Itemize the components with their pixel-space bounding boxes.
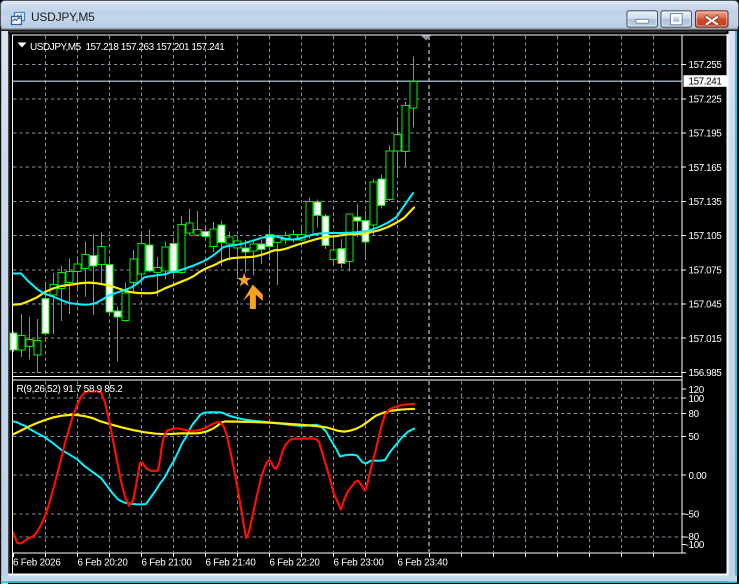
svg-text:6 Feb 21:00: 6 Feb 21:00 xyxy=(142,558,193,569)
svg-text:157.015: 157.015 xyxy=(689,334,723,345)
svg-text:157.105: 157.105 xyxy=(689,231,723,242)
svg-text:157.075: 157.075 xyxy=(689,265,723,276)
svg-text:6 Feb 22:20: 6 Feb 22:20 xyxy=(270,558,321,569)
svg-text:6 Feb 20:20: 6 Feb 20:20 xyxy=(78,558,129,569)
svg-text:157.045: 157.045 xyxy=(689,300,723,311)
svg-text:157.255: 157.255 xyxy=(689,60,723,71)
svg-text:156.985: 156.985 xyxy=(689,368,723,379)
svg-text:157.225: 157.225 xyxy=(689,94,723,105)
svg-text:0.00: 0.00 xyxy=(689,471,708,482)
svg-text:6 Feb 23:40: 6 Feb 23:40 xyxy=(398,558,449,569)
svg-text:6 Feb 2026: 6 Feb 2026 xyxy=(13,558,61,569)
svg-text:157.135: 157.135 xyxy=(689,197,723,208)
svg-text:6 Feb 21:40: 6 Feb 21:40 xyxy=(206,558,257,569)
svg-text:USDJPY,M5: USDJPY,M5 xyxy=(31,10,95,24)
svg-text:USDJPY,M5 157.218 157.263 157: USDJPY,M5 157.218 157.263 157.201 157.24… xyxy=(30,42,225,53)
svg-text:100: 100 xyxy=(689,394,705,405)
svg-text:157.195: 157.195 xyxy=(689,129,723,140)
svg-text:-100: -100 xyxy=(686,540,705,551)
svg-text:R(9,26,52) 91.7 58.9 85.2: R(9,26,52) 91.7 58.9 85.2 xyxy=(17,384,124,395)
svg-text:157.165: 157.165 xyxy=(689,163,723,174)
svg-text:6 Feb 23:00: 6 Feb 23:00 xyxy=(334,558,385,569)
svg-text:80: 80 xyxy=(689,409,700,420)
svg-text:-50: -50 xyxy=(686,510,700,521)
svg-text:157.241: 157.241 xyxy=(689,76,722,87)
svg-text:50: 50 xyxy=(689,432,700,443)
